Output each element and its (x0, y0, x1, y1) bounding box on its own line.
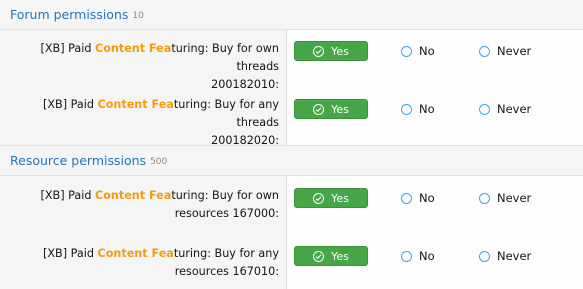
permission-label: [XB] Paid Content Featuring: Buy for any… (1, 245, 279, 281)
radio-circle-icon (401, 192, 412, 204)
label-highlight: Content Fea (94, 189, 172, 202)
yes-button[interactable]: Yes (294, 246, 368, 266)
section-title: Resource permissions (10, 153, 147, 168)
radio-never[interactable]: Never (479, 44, 531, 58)
label-prefix: [XB] Paid (40, 42, 95, 55)
check-circle-icon (313, 103, 325, 115)
yes-button[interactable]: Yes (294, 99, 368, 119)
radio-label: No (419, 44, 435, 58)
yes-label: Yes (331, 191, 349, 205)
label-prefix: [XB] Paid (40, 189, 95, 202)
permission-row-own-resources: [XB] Paid Content Featuring: Buy for own… (0, 176, 583, 234)
radio-circle-icon (479, 192, 490, 204)
label-text: turing: Buy for any (173, 247, 279, 260)
radio-no[interactable]: No (401, 102, 435, 116)
radio-label: Never (497, 191, 532, 205)
label-highlight: Content Fea (94, 42, 172, 55)
permission-label: [XB] Paid Content Featuring: Buy for any… (1, 96, 279, 150)
section-header-resource-permissions: Resource permissions 500 (0, 146, 583, 175)
check-circle-icon (313, 45, 325, 57)
yes-button[interactable]: Yes (294, 41, 368, 61)
radio-no[interactable]: No (401, 44, 435, 58)
permission-row-any-threads: [XB] Paid Content Featuring: Buy for any… (0, 87, 583, 147)
check-circle-icon (313, 192, 325, 204)
label-prefix: [XB] Paid (43, 247, 98, 260)
permission-row-any-resources: [XB] Paid Content Featuring: Buy for any… (0, 234, 583, 289)
label-text: turing: Buy for own threads (171, 42, 279, 73)
check-circle-icon (313, 250, 325, 262)
label-id: resources 167000: (174, 207, 279, 220)
yes-button[interactable]: Yes (294, 188, 368, 208)
permission-row-own-threads: [XB] Paid Content Featuring: Buy for own… (0, 29, 583, 91)
radio-no[interactable]: No (401, 191, 435, 205)
radio-circle-icon (401, 45, 412, 57)
radio-circle-icon (479, 250, 490, 262)
radio-label: No (419, 191, 435, 205)
radio-no[interactable]: No (401, 249, 435, 263)
radio-never[interactable]: Never (479, 191, 531, 205)
radio-circle-icon (401, 250, 412, 262)
label-prefix: [XB] Paid (43, 98, 98, 111)
radio-label: Never (497, 44, 532, 58)
radio-label: Never (497, 249, 532, 263)
radio-circle-icon (479, 103, 490, 115)
yes-label: Yes (331, 249, 349, 263)
section-count: 10 (132, 10, 144, 21)
section-count: 500 (150, 156, 168, 167)
radio-circle-icon (479, 45, 490, 57)
radio-label: No (419, 102, 435, 116)
radio-never[interactable]: Never (479, 249, 531, 263)
label-text: turing: Buy for own (171, 189, 279, 202)
label-highlight: Content Fea (97, 98, 174, 111)
label-text: turing: Buy for any threads (173, 98, 279, 129)
section-header-forum-permissions: Forum permissions 10 (0, 0, 583, 29)
radio-label: Never (497, 102, 532, 116)
yes-label: Yes (331, 102, 349, 116)
yes-label: Yes (331, 44, 349, 58)
radio-label: No (419, 249, 435, 263)
permission-label: [XB] Paid Content Featuring: Buy for own… (1, 187, 279, 223)
radio-circle-icon (401, 103, 412, 115)
label-id: resources 167010: (174, 265, 279, 278)
permission-label: [XB] Paid Content Featuring: Buy for own… (1, 40, 279, 94)
section-title: Forum permissions (10, 7, 129, 22)
radio-never[interactable]: Never (479, 102, 531, 116)
label-highlight: Content Fea (97, 247, 174, 260)
